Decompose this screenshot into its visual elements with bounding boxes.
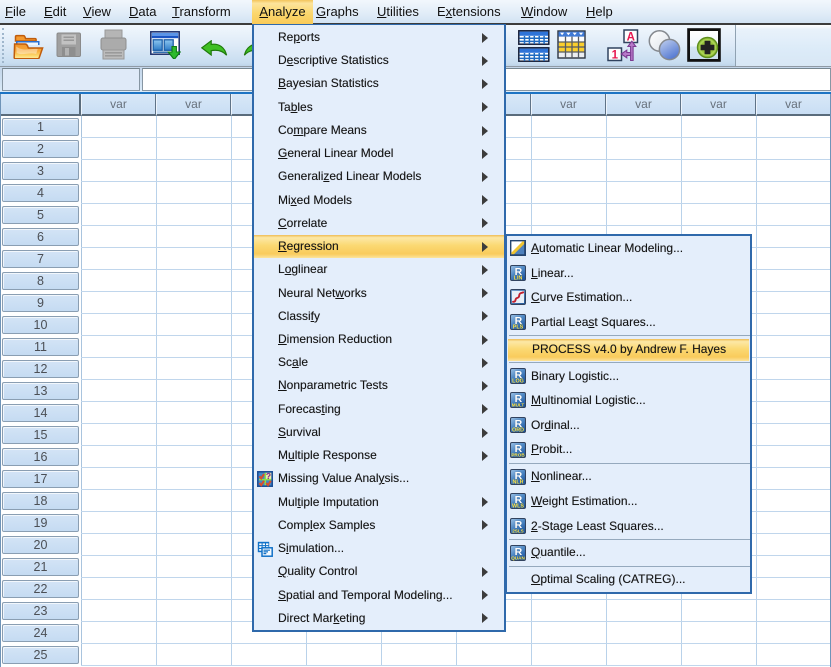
svg-text:LIN: LIN [514, 276, 523, 281]
svg-text:PROB: PROB [511, 452, 525, 457]
svg-text:A: A [627, 31, 635, 43]
svg-text:ORD: ORD [512, 428, 524, 433]
svg-text:MULT: MULT [512, 403, 525, 408]
svg-text:PLS: PLS [513, 325, 524, 330]
svg-text:QUAN: QUAN [511, 555, 525, 560]
svg-text:NLR: NLR [512, 479, 523, 484]
svg-text:WLS: WLS [512, 504, 524, 509]
svg-text:?: ? [266, 471, 271, 481]
svg-text:1: 1 [612, 49, 619, 61]
svg-text:2SLS: 2SLS [512, 528, 524, 533]
svg-text:LOG: LOG [512, 379, 524, 384]
